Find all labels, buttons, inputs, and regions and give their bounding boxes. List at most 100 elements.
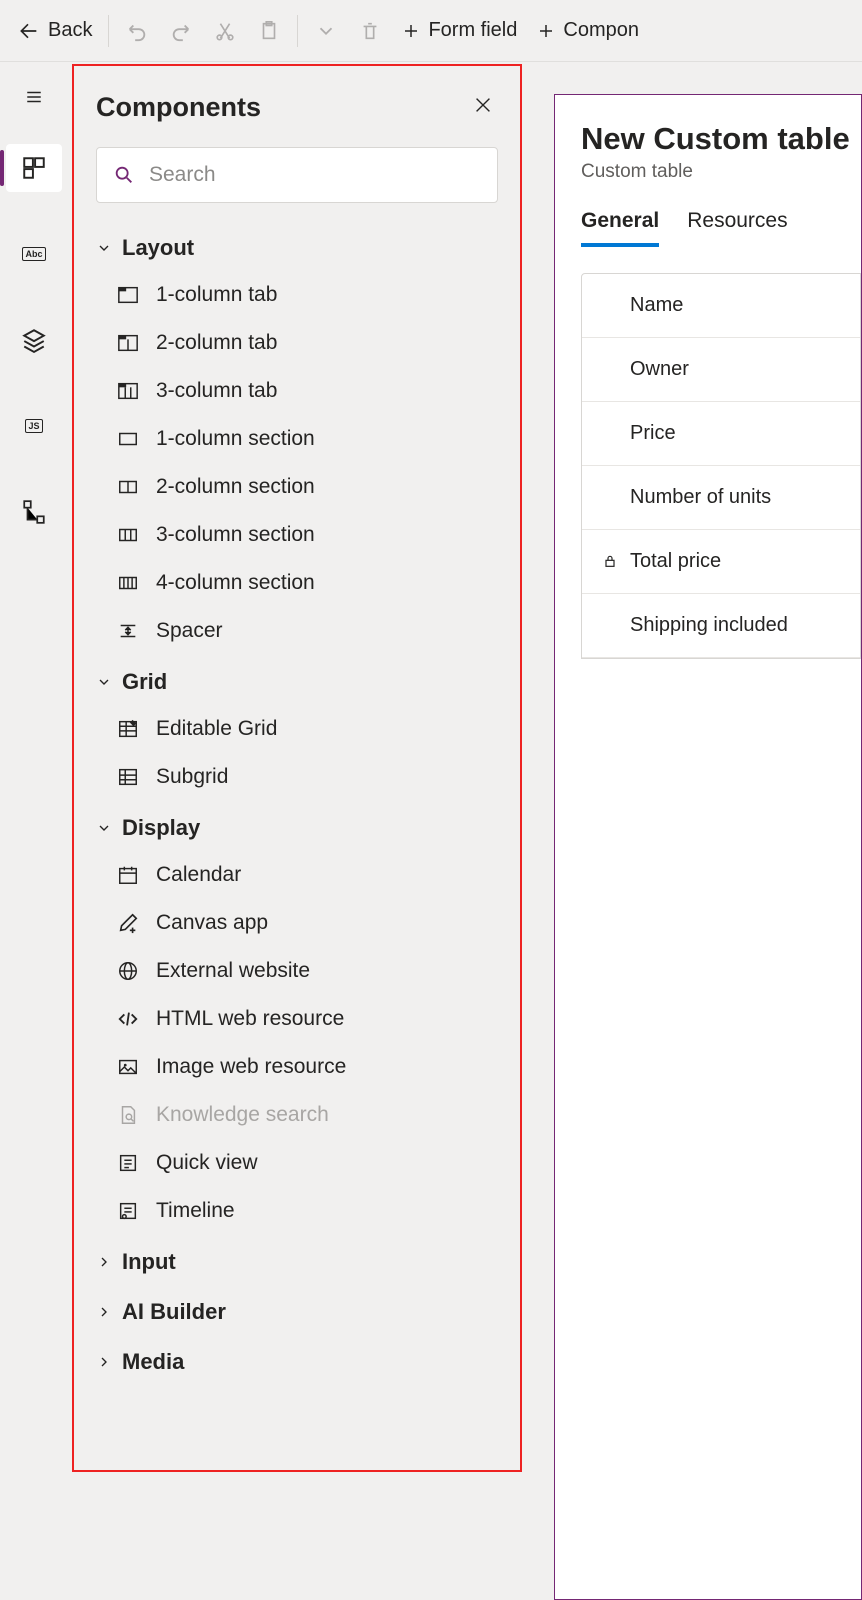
group-label: Grid	[122, 669, 167, 695]
group-label: AI Builder	[122, 1299, 226, 1325]
component-item-timeline[interactable]: Timeline	[96, 1187, 498, 1235]
component-item-quick-view[interactable]: Quick view	[96, 1139, 498, 1187]
field-number-of-units[interactable]: Number of units	[582, 466, 860, 530]
search-input[interactable]	[149, 163, 481, 187]
globe-icon	[116, 959, 140, 983]
item-label: Subgrid	[156, 765, 228, 789]
plus-icon	[537, 22, 555, 40]
group-header-ai-builder[interactable]: AI Builder	[96, 1289, 498, 1335]
separator	[108, 15, 109, 47]
search-icon	[113, 164, 135, 186]
item-label: Quick view	[156, 1151, 258, 1175]
group-label: Media	[122, 1349, 184, 1375]
item-label: External website	[156, 959, 310, 983]
rail-layers[interactable]	[6, 316, 62, 364]
field-shipping-included[interactable]: Shipping included	[582, 594, 860, 658]
chevron-right-icon	[96, 1354, 112, 1370]
field-price[interactable]: Price	[582, 402, 860, 466]
rail-js[interactable]: JS	[6, 402, 62, 450]
subgrid-icon	[116, 765, 140, 789]
paste-button[interactable]	[247, 11, 291, 51]
rail-tree[interactable]	[6, 488, 62, 536]
undo-button[interactable]	[115, 11, 159, 51]
back-label: Back	[48, 19, 92, 42]
component-label: Compon	[563, 19, 639, 42]
item-label: HTML web resource	[156, 1007, 344, 1031]
component-item-external-website[interactable]: External website	[96, 947, 498, 995]
chevron-right-icon	[96, 1304, 112, 1320]
rail-components[interactable]	[6, 144, 62, 192]
component-item-2-column-section[interactable]: 2-column section	[96, 463, 498, 511]
group-header-input[interactable]: Input	[96, 1239, 498, 1285]
cut-button[interactable]	[203, 11, 247, 51]
item-label: Editable Grid	[156, 717, 277, 741]
component-item-3-column-tab[interactable]: 3-column tab	[96, 367, 498, 415]
redo-button[interactable]	[159, 11, 203, 51]
layers-icon	[21, 327, 47, 353]
field-label: Owner	[630, 358, 689, 380]
group-header-media[interactable]: Media	[96, 1339, 498, 1385]
dropdown-button[interactable]	[304, 11, 348, 51]
panel-title: Components	[96, 92, 261, 123]
component-item-2-column-tab[interactable]: 2-column tab	[96, 319, 498, 367]
item-label: Knowledge search	[156, 1103, 329, 1127]
item-label: 1-column tab	[156, 283, 277, 307]
editgrid-icon	[116, 717, 140, 741]
component-item-4-column-section[interactable]: 4-column section	[96, 559, 498, 607]
tab-general[interactable]: General	[581, 209, 659, 247]
field-total-price[interactable]: Total price	[582, 530, 860, 594]
group-header-display[interactable]: Display	[96, 805, 498, 851]
separator	[297, 15, 298, 47]
group-header-layout[interactable]: Layout	[96, 225, 498, 271]
tree-icon	[21, 499, 47, 525]
canvas-icon	[116, 911, 140, 935]
delete-button[interactable]	[348, 11, 392, 51]
chevron-down-icon	[96, 674, 112, 690]
group-label: Input	[122, 1249, 176, 1275]
component-item-editable-grid[interactable]: Editable Grid	[96, 705, 498, 753]
component-item-calendar[interactable]: Calendar	[96, 851, 498, 899]
top-toolbar: Back Form field Compon	[0, 0, 862, 62]
field-owner[interactable]: Owner	[582, 338, 860, 402]
preview-title: New Custom table	[581, 121, 861, 157]
component-item-image-web-resource[interactable]: Image web resource	[96, 1043, 498, 1091]
paste-icon	[258, 20, 280, 42]
back-button[interactable]: Back	[8, 13, 102, 48]
form-fields: Name Owner PriceNumber of unitsTotal price…	[581, 273, 861, 659]
arrow-left-icon	[18, 21, 38, 41]
sec3-icon	[116, 523, 140, 547]
component-item-3-column-section[interactable]: 3-column section	[96, 511, 498, 559]
panel-close-button[interactable]	[468, 90, 498, 125]
item-label: 4-column section	[156, 571, 315, 595]
component-item-1-column-section[interactable]: 1-column section	[96, 415, 498, 463]
components-panel: Components Layout 1-column tab 2-column ta…	[72, 64, 522, 1472]
item-label: Calendar	[156, 863, 241, 887]
rail-abc[interactable]: Abc	[6, 230, 62, 278]
preview-subtitle: Custom table	[581, 161, 861, 183]
group-header-grid[interactable]: Grid	[96, 659, 498, 705]
item-label: 3-column section	[156, 523, 315, 547]
spacer-icon	[116, 619, 140, 643]
menu-toggle[interactable]	[22, 88, 46, 106]
component-item-knowledge-search: Knowledge search	[96, 1091, 498, 1139]
redo-icon	[170, 20, 192, 42]
cut-icon	[214, 20, 236, 42]
add-form-field-button[interactable]: Form field	[392, 13, 527, 48]
component-item-canvas-app[interactable]: Canvas app	[96, 899, 498, 947]
add-component-button[interactable]: Compon	[527, 13, 649, 48]
field-name[interactable]: Name	[582, 274, 860, 338]
calendar-icon	[116, 863, 140, 887]
component-item-1-column-tab[interactable]: 1-column tab	[96, 271, 498, 319]
item-label: Canvas app	[156, 911, 268, 935]
field-label: Name	[630, 294, 683, 316]
search-box[interactable]	[96, 147, 498, 203]
js-icon: JS	[25, 419, 42, 433]
components-icon	[21, 155, 47, 181]
component-item-html-web-resource[interactable]: HTML web resource	[96, 995, 498, 1043]
item-label: 2-column tab	[156, 331, 277, 355]
html-icon	[116, 1007, 140, 1031]
component-item-spacer[interactable]: Spacer	[96, 607, 498, 655]
component-item-subgrid[interactable]: Subgrid	[96, 753, 498, 801]
quickview-icon	[116, 1151, 140, 1175]
tab-resources[interactable]: Resources	[687, 209, 787, 247]
